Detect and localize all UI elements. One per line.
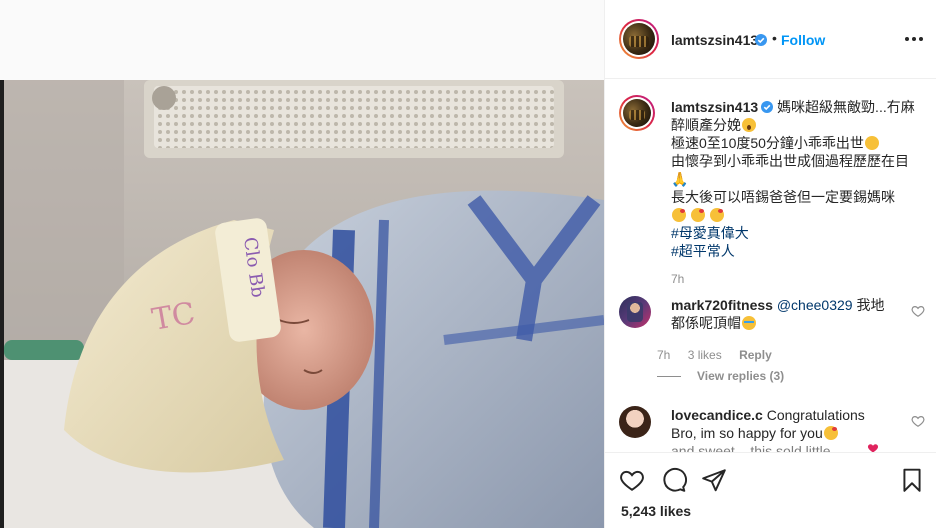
share-icon[interactable]: [701, 467, 727, 493]
replies-divider: [657, 376, 681, 378]
comment-mention[interactable]: @chee0329: [777, 297, 853, 313]
comment-text-line3: and sweet... this sold little...: [671, 443, 843, 452]
follow-button[interactable]: Follow: [781, 32, 825, 48]
more-options-icon[interactable]: [905, 30, 923, 48]
comment-like-heart-icon[interactable]: [911, 304, 925, 318]
commenter-username[interactable]: mark720fitness: [671, 297, 773, 313]
post-details-panel: lamtszsin413 • Follow lamtszsin413 媽咪超級無…: [604, 0, 936, 528]
scream-emoji: [742, 118, 756, 132]
caption-line-2: 醉順產分娩: [671, 116, 921, 134]
kiss-emoji: [672, 208, 686, 222]
heart-icon[interactable]: [619, 467, 645, 493]
caption-line-5: 🙏: [671, 171, 689, 187]
commenter-username[interactable]: lovecandice.c: [671, 407, 763, 423]
caption-emoji-row: [671, 206, 921, 224]
laugh-cry-emoji: [742, 316, 756, 330]
post-photo: Clo Bb TC: [4, 80, 604, 528]
hashtag-link[interactable]: #超平常人: [671, 242, 921, 260]
verified-icon: [755, 34, 767, 46]
bookmark-icon[interactable]: [899, 467, 925, 493]
kiss-emoji: [823, 426, 838, 440]
commenter-avatar[interactable]: [619, 296, 651, 328]
view-replies-button[interactable]: View replies (3): [657, 369, 784, 383]
comment-text: Congratulations: [762, 407, 865, 423]
caption-line-4: 由懷孕到小乖乖出世成個過程歷歷在目: [671, 153, 909, 169]
caption-line-1: lamtszsin413 媽咪超級無敵勁...冇麻: [671, 98, 921, 116]
comment-text-line2: 都係呢頂帽: [671, 315, 741, 331]
caption-timestamp[interactable]: 7h: [671, 270, 921, 288]
reply-button[interactable]: Reply: [739, 348, 772, 362]
comment-text: 我地: [852, 297, 885, 313]
svg-text:TC: TC: [149, 296, 197, 338]
kiss-emoji: [709, 208, 724, 222]
comments-list[interactable]: lamtszsin413 媽咪超級無敵勁...冇麻 醉順產分娩 極速0至10度5…: [605, 80, 936, 452]
author-username[interactable]: lamtszsin413: [671, 32, 758, 48]
caption-username[interactable]: lamtszsin413: [671, 99, 758, 115]
post-actions: 5,243 likes: [605, 452, 936, 528]
verified-icon: [761, 101, 774, 113]
hashtag-link[interactable]: #母愛真偉大: [671, 224, 921, 242]
comment-body: mark720fitness @chee0329 我地 都係呢頂帽: [671, 296, 901, 332]
caption-avatar[interactable]: [619, 95, 655, 131]
baby-photo-illustration: Clo Bb TC: [4, 80, 604, 528]
comment-text-line2: Bro, im so happy for you: [671, 425, 823, 441]
caption-line-3: 極速0至10度50分鐘小乖乖出世: [671, 134, 921, 152]
comment-icon[interactable]: [661, 467, 687, 493]
likes-count[interactable]: 5,243 likes: [621, 503, 691, 519]
comment-meta: 7h 3 likes Reply: [657, 348, 786, 362]
caption-body: lamtszsin413 媽咪超級無敵勁...冇麻 醉順產分娩 極速0至10度5…: [671, 98, 921, 288]
kiss-emoji: [690, 208, 705, 222]
comment-like-heart-icon[interactable]: [911, 414, 925, 428]
commenter-avatar[interactable]: [619, 406, 651, 438]
media-top-blank: [0, 0, 604, 80]
smile-emoji: [864, 136, 879, 150]
caption-text: 媽咪超級無敵勁...冇麻: [777, 99, 915, 115]
caption-line-6: 長大後可以唔錫爸爸但一定要錫媽咪: [671, 189, 895, 205]
comment-likes-count[interactable]: 3 likes: [688, 348, 722, 362]
post-header: lamtszsin413 • Follow: [605, 0, 936, 79]
comment-timestamp[interactable]: 7h: [657, 348, 670, 362]
separator-dot: •: [772, 30, 777, 46]
author-avatar[interactable]: [619, 19, 659, 59]
